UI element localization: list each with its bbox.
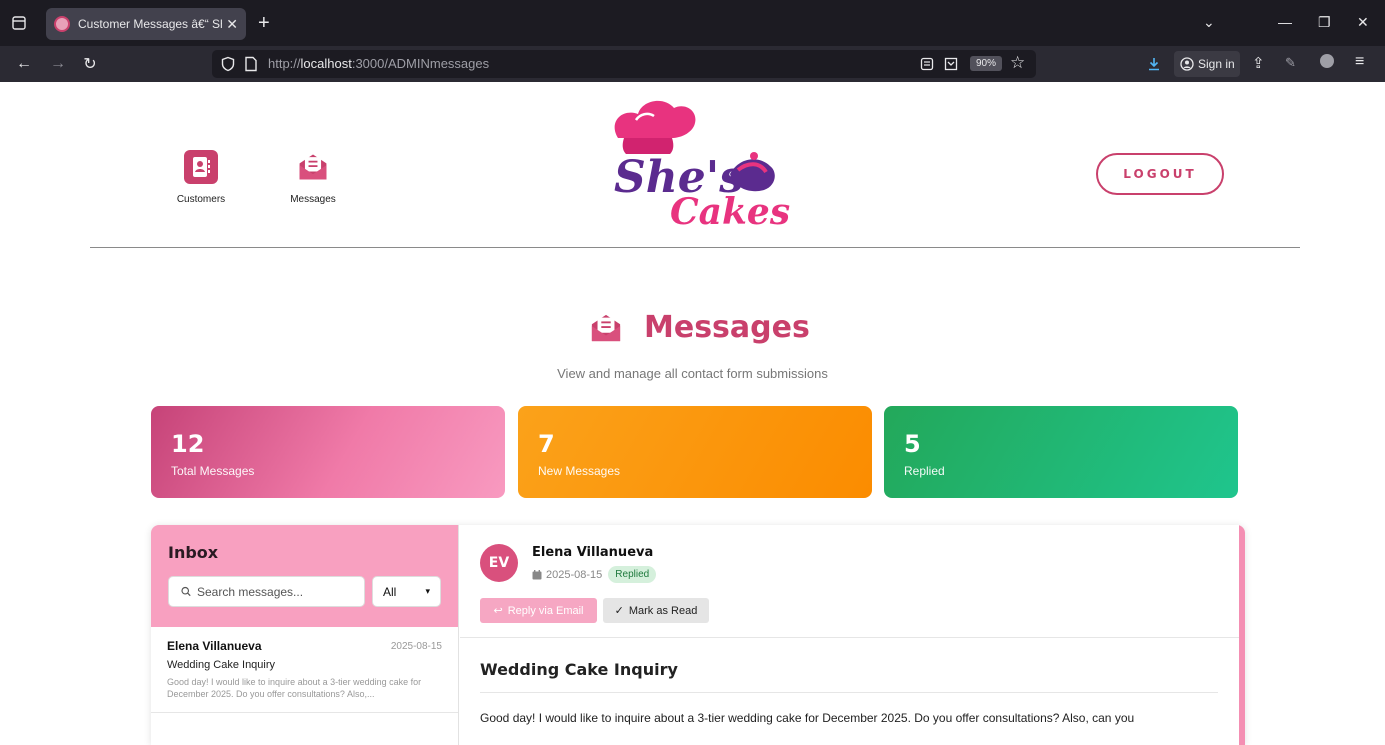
detail-date: 2025-08-15 xyxy=(546,568,603,581)
inbox-pane: Inbox All ▾ Elena Villanueva 2025-08-15 xyxy=(151,525,459,745)
page-content: Customers Messages She's Cakes LOGOUT Me… xyxy=(0,82,1385,745)
list-item-preview: Good day! I would like to inquire about … xyxy=(167,677,422,699)
logo-line2: Cakes xyxy=(670,191,790,232)
zoom-level-badge[interactable]: 90% xyxy=(970,56,1003,71)
nav-messages-label: Messages xyxy=(290,194,336,205)
account-icon xyxy=(1180,57,1194,71)
ublock-icon[interactable] xyxy=(1320,54,1334,68)
list-item-date: 2025-08-15 xyxy=(390,640,442,652)
sign-in-label: Sign in xyxy=(1198,57,1235,71)
filter-value: All xyxy=(383,584,397,599)
page-info-icon[interactable] xyxy=(244,56,258,72)
minimize-icon[interactable]: — xyxy=(1278,14,1292,30)
addon-icon[interactable]: ✎ xyxy=(1285,55,1296,71)
save-to-pocket-icon[interactable] xyxy=(944,57,958,71)
browser-tab-active[interactable]: Customer Messages â€“ She's Cakes ✕ xyxy=(46,8,246,40)
logout-button[interactable]: LOGOUT xyxy=(1096,153,1224,195)
mark-read-label: Mark as Read xyxy=(628,604,698,617)
new-tab-plus-icon[interactable]: + xyxy=(258,13,270,33)
stat-new-value: 7 xyxy=(538,430,555,458)
bookmark-star-icon[interactable]: ☆ xyxy=(1010,53,1025,73)
page-subtitle: View and manage all contact form submiss… xyxy=(557,366,828,381)
check-icon: ✓ xyxy=(614,605,624,617)
nav-messages[interactable]: Messages xyxy=(278,150,348,205)
message-detail-pane: EV Elena Villanueva 2025-08-15 Replied ↩… xyxy=(460,525,1239,745)
header-divider xyxy=(90,247,1300,248)
inbox-controls: All ▾ xyxy=(168,576,441,607)
reply-icon: ↩ xyxy=(493,605,503,617)
reader-view-icon[interactable] xyxy=(920,57,934,71)
stat-card-new: 7 New Messages xyxy=(518,406,872,498)
message-detail-header: EV Elena Villanueva 2025-08-15 Replied ↩… xyxy=(460,525,1239,638)
list-item[interactable]: Elena Villanueva 2025-08-15 Wedding Cake… xyxy=(151,627,458,713)
browser-tab-bar: Customer Messages â€“ She's Cakes ✕ + ⌄ … xyxy=(0,0,1385,46)
stat-total-value: 12 xyxy=(171,430,205,458)
envelope-open-text-icon xyxy=(296,150,330,184)
sign-in-button[interactable]: Sign in xyxy=(1174,51,1240,77)
url-prefix: http:// xyxy=(268,56,301,71)
status-filter-select[interactable]: All ▾ xyxy=(372,576,441,607)
search-box[interactable] xyxy=(168,576,365,607)
url-host: localhost xyxy=(300,56,352,71)
avatar: EV xyxy=(480,544,518,582)
tracking-shield-icon[interactable] xyxy=(220,56,236,72)
back-arrow-icon[interactable]: ← xyxy=(14,54,34,74)
list-item-sender: Elena Villanueva xyxy=(167,639,262,653)
url-path: :3000/ADMINmessages xyxy=(351,56,490,71)
mark-as-read-button[interactable]: ✓ Mark as Read xyxy=(603,598,709,623)
shes-cakes-logo[interactable]: She's Cakes xyxy=(600,94,790,232)
stat-card-replied: 5 Replied xyxy=(884,406,1238,498)
url-text: http://localhost:3000/ADMINmessages xyxy=(268,56,489,71)
tab-close-icon[interactable]: ✕ xyxy=(226,16,238,33)
chevron-down-icon: ▾ xyxy=(425,586,430,596)
hamburger-menu-icon[interactable]: ≡ xyxy=(1355,53,1364,71)
browser-nav-bar: ← → ↻ http://localhost:3000/ADMINmessage… xyxy=(0,46,1385,82)
downloads-icon[interactable] xyxy=(1146,56,1162,72)
detail-sender-name: Elena Villanueva xyxy=(532,545,654,560)
page-title-row: Messages xyxy=(588,310,810,345)
reply-label: Reply via Email xyxy=(507,604,584,617)
list-item-subject: Wedding Cake Inquiry xyxy=(167,659,276,671)
site-favicon-icon xyxy=(54,16,70,32)
search-icon xyxy=(181,586,191,597)
address-book-icon xyxy=(184,150,218,184)
reply-via-email-button[interactable]: ↩ Reply via Email xyxy=(480,598,597,623)
reload-icon[interactable]: ↻ xyxy=(80,54,100,74)
restore-icon[interactable]: ❐ xyxy=(1318,14,1331,31)
tab-title: Customer Messages â€“ She's Cakes xyxy=(78,17,222,31)
stat-replied-value: 5 xyxy=(904,430,921,458)
inbox-header: Inbox All ▾ xyxy=(151,525,458,627)
forward-arrow-icon[interactable]: → xyxy=(48,54,68,74)
message-body: Wedding Cake Inquiry Good day! I would l… xyxy=(460,638,1239,745)
nav-customers-label: Customers xyxy=(176,194,226,205)
tab-overflow-chevron-icon[interactable]: ⌄ xyxy=(1203,14,1215,31)
nav-customers[interactable]: Customers xyxy=(166,150,236,205)
detail-text: Good day! I would like to inquire about … xyxy=(480,711,1135,725)
detail-meta: 2025-08-15 Replied xyxy=(532,566,657,583)
page-title: Messages xyxy=(644,310,810,345)
window-close-icon[interactable]: ✕ xyxy=(1357,14,1369,31)
stat-card-total: 12 Total Messages xyxy=(151,406,505,498)
envelope-open-text-icon xyxy=(591,314,621,341)
calendar-icon xyxy=(532,569,542,579)
inbox-title: Inbox xyxy=(168,543,219,562)
panel-accent-edge xyxy=(1239,525,1245,745)
stat-replied-label: Replied xyxy=(904,464,945,478)
detail-subject: Wedding Cake Inquiry xyxy=(480,660,1218,693)
extensions-icon[interactable]: ⇪ xyxy=(1252,54,1265,72)
tab-list-icon[interactable] xyxy=(8,12,30,34)
messages-panel: Inbox All ▾ Elena Villanueva 2025-08-15 xyxy=(151,525,1245,745)
search-input[interactable] xyxy=(197,584,352,599)
stat-total-label: Total Messages xyxy=(171,464,255,478)
stat-new-label: New Messages xyxy=(538,464,621,478)
url-bar[interactable]: http://localhost:3000/ADMINmessages 90% … xyxy=(212,50,1036,78)
status-badge: Replied xyxy=(608,566,657,583)
